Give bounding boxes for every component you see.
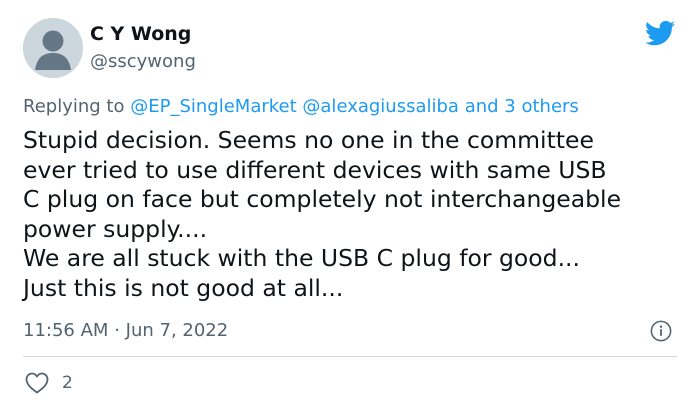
info-icon[interactable] [650,320,672,342]
like-count: 2 [62,373,73,393]
twitter-bird-icon[interactable] [644,18,677,48]
tweet-text-line: C plug on face but completely not interc… [23,185,622,214]
mention-link[interactable]: @alexagiussaliba [302,96,459,117]
tweet-date: Jun 7, 2022 [125,320,229,341]
author-handle[interactable]: @sscywong [90,51,196,72]
tweet-text-line: ever tried to use different devices with… [23,155,607,184]
tweet-text: Stupid decision. Seems no one in the com… [23,126,688,304]
tweet-text-line: We are all stuck with the USB C plug for… [23,244,581,273]
tweet-time: 11:56 AM [23,320,109,341]
others-link[interactable]: and 3 others [465,96,579,117]
timestamp-separator: · [114,320,120,341]
tweet-text-line: Just this is not good at all... [23,273,344,302]
replying-to: Replying to @EP_SingleMarket @alexagiuss… [23,96,579,117]
heart-icon[interactable] [25,372,49,394]
tweet-text-line: Stupid decision. Seems no one in the com… [23,126,594,154]
tweet-text-line: power supply.... [23,214,208,243]
tweet-timestamp[interactable]: 11:56 AM · Jun 7, 2022 [23,320,228,341]
divider [23,356,677,357]
default-profile-avatar [23,18,83,78]
mention-link[interactable]: @EP_SingleMarket [130,96,296,117]
avatar[interactable] [23,18,83,78]
replying-prefix: Replying to [23,96,125,117]
author-name[interactable]: C Y Wong [90,23,191,45]
